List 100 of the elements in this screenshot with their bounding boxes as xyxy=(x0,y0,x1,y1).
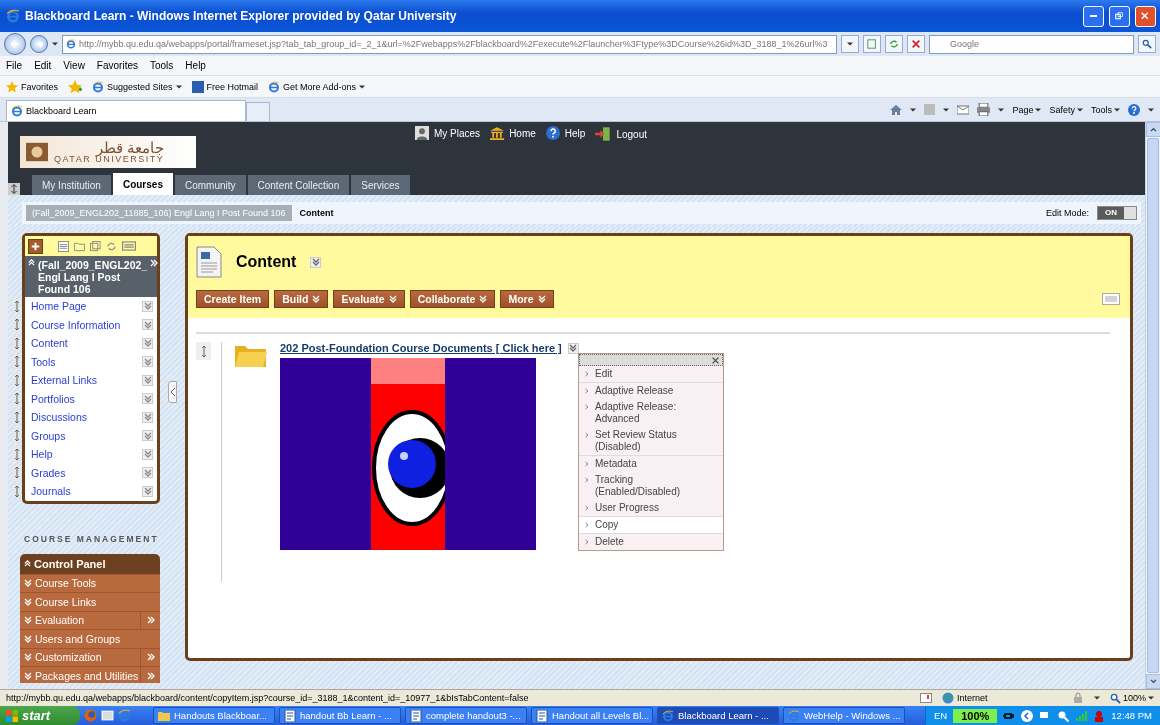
folder-link[interactable]: 202 Post-Foundation Course Documents [ Click here ] xyxy=(280,342,562,354)
drag-handle[interactable] xyxy=(12,410,21,424)
item-options-button[interactable] xyxy=(142,300,153,312)
start-button[interactable]: start xyxy=(0,706,80,725)
drag-handle[interactable] xyxy=(12,391,21,406)
item-options-button[interactable] xyxy=(142,337,153,349)
course-menu-link[interactable]: Grades xyxy=(31,466,142,479)
address-dropdown-button[interactable] xyxy=(841,35,859,53)
action-button[interactable]: Evaluate xyxy=(333,290,405,308)
drag-handle[interactable] xyxy=(12,299,21,313)
compatibility-button[interactable] xyxy=(863,35,881,53)
taskbar-button[interactable]: handout Bb Learn - ... xyxy=(279,707,401,724)
header-link[interactable]: Logout xyxy=(595,126,647,142)
drag-handle[interactable] xyxy=(12,373,21,387)
header-link[interactable]: My Places xyxy=(415,126,481,140)
vertical-scrollbar[interactable] xyxy=(1145,122,1160,689)
context-menu-item[interactable]: Set Review Status (Disabled) xyxy=(579,427,723,455)
home-icon[interactable] xyxy=(890,103,903,116)
favorites-link[interactable]: Suggested Sites xyxy=(92,80,182,93)
course-menu-link[interactable]: Tools xyxy=(31,355,142,368)
favorites-link[interactable]: Get More Add-ons xyxy=(268,80,366,93)
keyboard-icon[interactable] xyxy=(122,239,136,253)
course-menu-link[interactable]: Help xyxy=(31,448,142,461)
expand-icon[interactable] xyxy=(8,183,20,195)
add-menu-item-button[interactable] xyxy=(28,238,43,254)
search-field[interactable]: Google xyxy=(929,34,1134,54)
course-menu-link[interactable]: External Links xyxy=(31,374,142,387)
item-options-button[interactable] xyxy=(142,430,153,442)
menu-item[interactable]: Edit xyxy=(34,60,52,71)
taskbar-button[interactable]: complete handout3 -... xyxy=(405,707,527,724)
course-menu-link[interactable]: Portfolios xyxy=(31,392,142,405)
drag-handle[interactable] xyxy=(12,447,21,461)
drag-handle[interactable] xyxy=(12,336,21,350)
item-options-button[interactable] xyxy=(142,411,153,423)
item-options-button[interactable] xyxy=(142,485,153,497)
command-menu[interactable]: Tools xyxy=(1091,104,1120,115)
list-view-icon[interactable] xyxy=(58,240,69,252)
zoom-button[interactable]: 100% xyxy=(1109,692,1154,704)
taskbar-button[interactable]: Handouts Blackboar... xyxy=(153,707,275,724)
course-menu-link[interactable]: Journals xyxy=(31,485,142,498)
action-button[interactable]: More xyxy=(500,290,554,308)
help-icon[interactable] xyxy=(1128,103,1140,116)
course-menu-link[interactable]: Course Information xyxy=(31,318,142,331)
windows-icon[interactable] xyxy=(90,240,101,252)
context-menu-item[interactable]: Delete xyxy=(579,534,723,550)
menu-item[interactable]: Favorites xyxy=(96,60,138,71)
refresh-icon[interactable] xyxy=(106,240,117,252)
context-menu-item[interactable]: Tracking (Enabled/Disabled) xyxy=(579,472,723,500)
item-options-button[interactable] xyxy=(142,319,153,331)
address-field[interactable]: http://mybb.qu.edu.qa/webapps/portal/frameset.jsp?tab_tab_group_id=_2_1&url=%2Fwebapps%2Fblackboard%2Fexecute%2Flauncher%3Ftype%3DCourse%26id%3D_3188_1%26url%3 xyxy=(62,34,837,54)
header-link[interactable]: Help xyxy=(545,126,586,140)
taskbar-button[interactable]: Blackboard Learn - ... xyxy=(657,707,779,724)
drag-handle[interactable] xyxy=(12,354,21,369)
close-button[interactable] xyxy=(1135,5,1156,27)
collapse-menu-button[interactable] xyxy=(168,381,177,403)
favorites-link[interactable]: Free Hotmail xyxy=(191,80,259,93)
menu-item[interactable]: Help xyxy=(185,60,206,71)
menu-item[interactable]: View xyxy=(63,60,85,71)
course-menu-link[interactable]: Groups xyxy=(31,429,142,442)
drag-handle[interactable] xyxy=(12,428,21,443)
nav-tab[interactable]: My Institution xyxy=(32,175,111,195)
nav-tab[interactable]: Services xyxy=(351,175,410,195)
grid-icon[interactable] xyxy=(1102,293,1120,305)
minimize-button[interactable] xyxy=(1083,5,1104,27)
title-options-button[interactable] xyxy=(310,256,322,268)
taskbar-button[interactable]: WebHelp - Windows ... xyxy=(783,707,905,724)
taskbar-button[interactable]: Handout all Levels Bl... xyxy=(531,707,653,724)
item-options-button[interactable] xyxy=(142,356,153,368)
refresh-button[interactable] xyxy=(885,35,903,53)
item-options-button[interactable] xyxy=(142,374,153,386)
command-menu[interactable]: Safety xyxy=(1049,104,1083,115)
drag-handle[interactable] xyxy=(12,465,21,480)
course-menu-link[interactable]: Content xyxy=(31,337,142,350)
item-options-button[interactable] xyxy=(142,393,153,405)
context-menu-item[interactable]: Adaptive Release: Advanced xyxy=(579,399,723,427)
printer-icon[interactable] xyxy=(977,103,991,116)
course-menu-link[interactable]: Home Page xyxy=(31,300,142,313)
context-menu-item[interactable]: User Progress xyxy=(579,500,723,516)
drag-handle[interactable] xyxy=(12,317,21,332)
context-menu-item[interactable]: Adaptive Release xyxy=(579,383,723,399)
back-button[interactable] xyxy=(4,33,26,55)
desktop-icon[interactable] xyxy=(101,709,114,722)
drag-handle[interactable] xyxy=(12,484,21,498)
menu-item[interactable]: File xyxy=(6,60,23,71)
command-menu[interactable]: Page xyxy=(1012,104,1042,115)
item-options-button[interactable] xyxy=(567,342,579,354)
drag-handle[interactable] xyxy=(196,342,211,360)
action-button[interactable]: Collaborate xyxy=(409,290,496,308)
context-menu-item[interactable]: Edit xyxy=(579,366,723,382)
item-options-button[interactable] xyxy=(142,467,153,479)
close-icon[interactable] xyxy=(712,356,719,364)
forward-button[interactable] xyxy=(30,35,48,53)
browser-tab[interactable]: Blackboard Learn xyxy=(6,100,246,121)
context-menu-item[interactable]: Metadata xyxy=(579,456,723,472)
edit-mode-toggle[interactable]: ON xyxy=(1097,206,1137,220)
nav-tab[interactable]: Community xyxy=(174,175,246,195)
menu-item[interactable]: Tools xyxy=(150,60,174,71)
search-button[interactable] xyxy=(1138,35,1156,53)
action-button[interactable]: Build xyxy=(274,290,329,308)
item-options-button[interactable] xyxy=(142,448,153,460)
